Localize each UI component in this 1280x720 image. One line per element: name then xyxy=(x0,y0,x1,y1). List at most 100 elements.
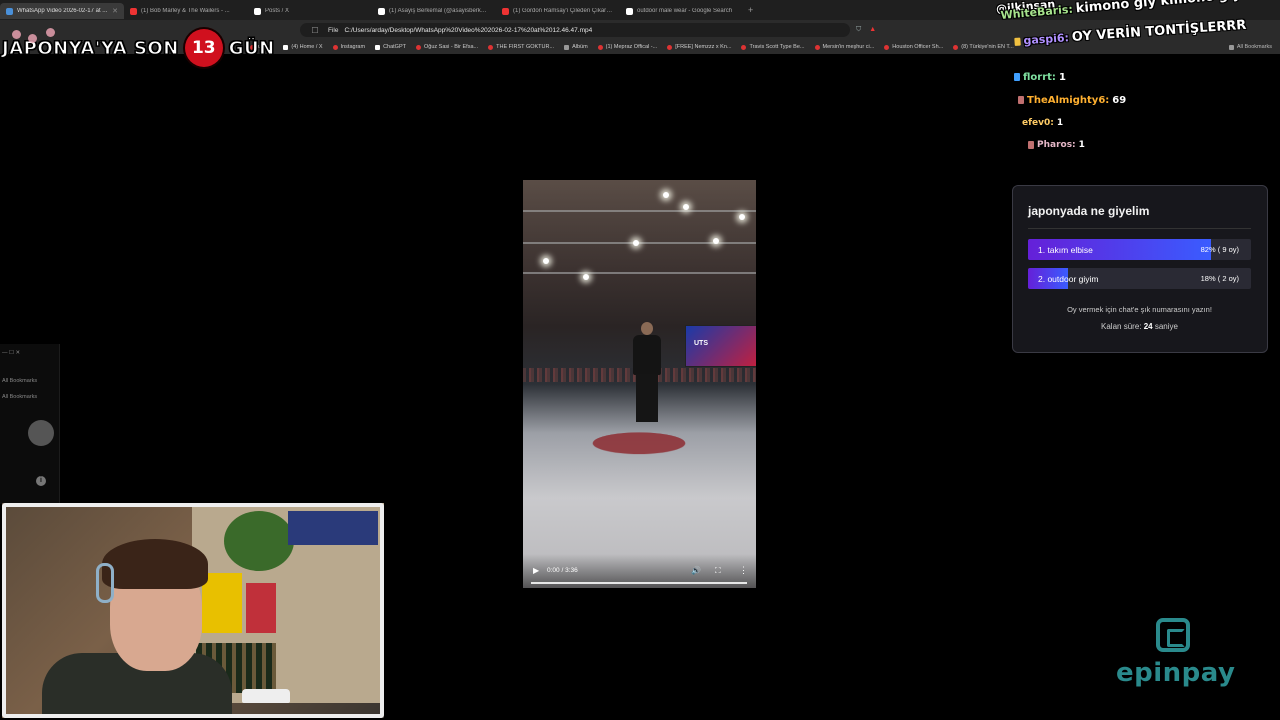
shield-icon[interactable]: ⛉ xyxy=(856,26,861,34)
video-time: 0:00 / 3:36 xyxy=(547,567,578,574)
chat-text: 1 xyxy=(1058,72,1066,83)
stadium-light xyxy=(583,274,589,280)
stadium-light xyxy=(633,240,639,246)
bookmark-item[interactable]: Travis Scott Type Be... xyxy=(741,44,805,50)
bookmark-label: Travis Scott Type Be... xyxy=(749,44,805,50)
blossom-icon xyxy=(12,30,21,39)
chatgpt-icon xyxy=(375,44,381,50)
tab-favicon xyxy=(130,7,137,15)
badge-icon xyxy=(1018,96,1024,104)
poll-option-percent: 18% ( 2 oy) xyxy=(1200,274,1239,283)
instagram-icon xyxy=(332,44,338,50)
truss xyxy=(523,242,756,244)
youtube-icon xyxy=(416,44,421,50)
youtube-icon xyxy=(667,44,673,50)
browser-tab[interactable]: (1) Asayiş Berkemal (@asayisberkem... xyxy=(372,3,496,19)
browser-tab[interactable]: WhatsApp Video 2026-02-17 at ... ✕ xyxy=(0,3,124,19)
bookmark-item[interactable]: Houston Officer Sh... xyxy=(884,44,943,50)
poll-widget: japonyada ne giyelim 1. takım elbise 82%… xyxy=(1012,185,1268,353)
arena-screen-text: UTS xyxy=(694,340,708,347)
person-head xyxy=(641,322,653,335)
folder-icon xyxy=(564,44,570,50)
bookmark-label: [FREE] Nemzzz x Kn... xyxy=(675,44,732,50)
bookmark-label: Albüm xyxy=(572,44,588,50)
tab-title: (1) Bob Marley & The Wailers - ... xyxy=(141,8,230,14)
bookmark-item[interactable]: Mersin'in meşhur ci... xyxy=(814,44,874,50)
poll-timer-suffix: saniye xyxy=(1154,322,1178,331)
poll-timer-value: 24 xyxy=(1143,322,1153,331)
poll-timer-prefix: Kalan süre: xyxy=(1101,322,1142,331)
youtube-icon xyxy=(488,44,494,50)
bookmark-item[interactable]: ChatGPT xyxy=(375,44,406,50)
browser-tab[interactable]: (1) Bob Marley & The Wailers - ... xyxy=(124,3,248,19)
youtube-icon xyxy=(953,44,959,50)
new-tab-button[interactable]: + xyxy=(748,5,753,15)
stadium-light xyxy=(739,214,745,220)
volume-icon[interactable]: 🔊 xyxy=(691,566,701,575)
bookmark-label: (1) Mepraz Offical -... xyxy=(605,44,658,50)
bookmark-item[interactable]: Instagram xyxy=(332,44,365,50)
tab-title: (1) Asayiş Berkemal (@asayisberkem... xyxy=(389,8,490,14)
chat-message: florrt: 1 xyxy=(1014,72,1066,83)
side-all-bookmarks[interactable]: All Bookmarks xyxy=(2,394,37,400)
bookmark-item[interactable]: Oğuz Sasi - Bir Efsa... xyxy=(416,44,478,50)
chat-username: Pharos: xyxy=(1037,140,1076,150)
bookmark-item[interactable]: (4) Home / X xyxy=(283,44,323,50)
bookmark-item[interactable]: THE FIRST GOKTUR... xyxy=(488,44,554,50)
close-icon[interactable]: ✕ xyxy=(112,7,118,15)
info-icon[interactable]: i xyxy=(36,476,46,486)
play-icon[interactable]: ▶ xyxy=(533,566,539,575)
browser-tab[interactable]: outdoor male wear - Google Search xyxy=(620,3,744,19)
sponsor-name: epinpay xyxy=(1116,658,1236,688)
webcam-frame xyxy=(2,503,384,718)
bookmark-label: Oğuz Sasi - Bir Efsa... xyxy=(424,44,479,50)
countdown-overlay: JAPONYA'YA SON 13 GÜN xyxy=(2,28,275,68)
fullscreen-icon[interactable]: ⛶ xyxy=(715,566,721,576)
bookmark-item[interactable]: [FREE] Nemzzz x Kn... xyxy=(667,44,731,50)
bookmark-label: Houston Officer Sh... xyxy=(892,44,944,50)
video-progress-track[interactable] xyxy=(531,582,747,584)
tab-favicon xyxy=(254,7,261,15)
bookmark-item[interactable]: Albüm xyxy=(564,44,588,50)
x-icon xyxy=(283,44,289,50)
tab-favicon xyxy=(6,7,13,15)
video-player[interactable]: UTS ▶ 0:00 / 3:36 🔊 ⛶ ⋮ xyxy=(523,180,756,588)
epinpay-icon xyxy=(1156,618,1190,652)
chat-username: florrt: xyxy=(1023,72,1056,83)
person-body xyxy=(633,335,661,375)
bookmark-label: (4) Home / X xyxy=(291,44,323,50)
browser-tab[interactable]: Posts / X xyxy=(248,3,372,19)
browser-tab[interactable]: (1) Gordon Ramsay'i Çileden Çıkaran ... xyxy=(496,3,620,19)
crown-icon xyxy=(1014,37,1021,46)
chat-message: gaspi6: OY VERİN TONTİŞLERRR xyxy=(1014,18,1247,49)
tab-favicon xyxy=(378,7,385,15)
sponsor-logo: epinpay xyxy=(1112,618,1236,694)
poll-title: japonyada ne giyelim xyxy=(1028,204,1150,218)
chat-overlay: @ilkinsan WhiteBaris: kimono giy kimono g… xyxy=(992,0,1280,160)
url-text[interactable]: C:/Users/arday/Desktop/WhatsApp%20Video%… xyxy=(344,27,592,34)
chat-text: OY VERİN TONTİŞLERRR xyxy=(1071,17,1247,45)
bookmark-icon[interactable]: ☐ xyxy=(308,26,322,35)
youtube-icon xyxy=(741,44,747,50)
bookmark-label: ChatGPT xyxy=(383,44,406,50)
window-controls[interactable]: — ☐ ✕ xyxy=(2,350,20,356)
side-all-bookmarks[interactable]: All Bookmarks xyxy=(2,378,37,384)
tab-title: Posts / X xyxy=(265,8,290,14)
poll-instructions: Oy vermek için chat'e şık numarasını yaz… xyxy=(1067,305,1212,314)
alert-icon[interactable]: ▲ xyxy=(869,26,876,34)
chat-message: TheAlmighty6: 69 xyxy=(1018,95,1126,106)
webcam-feed xyxy=(2,503,384,718)
poll-divider xyxy=(1028,228,1251,229)
stadium-light xyxy=(683,204,689,210)
truss xyxy=(523,272,756,274)
stadium-light xyxy=(543,258,549,264)
bookmark-item[interactable]: (1) Mepraz Offical -... xyxy=(597,44,658,50)
side-panel: — ☐ ✕ All Bookmarks All Bookmarks i xyxy=(0,344,60,504)
address-bar[interactable]: ☐ File C:/Users/arday/Desktop/WhatsApp%2… xyxy=(300,23,850,37)
chat-username: TheAlmighty6: xyxy=(1027,95,1110,106)
blossom-icon xyxy=(28,34,37,43)
sword-icon xyxy=(1014,73,1020,81)
more-options-icon[interactable]: ⋮ xyxy=(739,565,748,576)
avatar xyxy=(28,420,54,446)
poll-option-label: 1. takım elbise xyxy=(1038,245,1093,255)
